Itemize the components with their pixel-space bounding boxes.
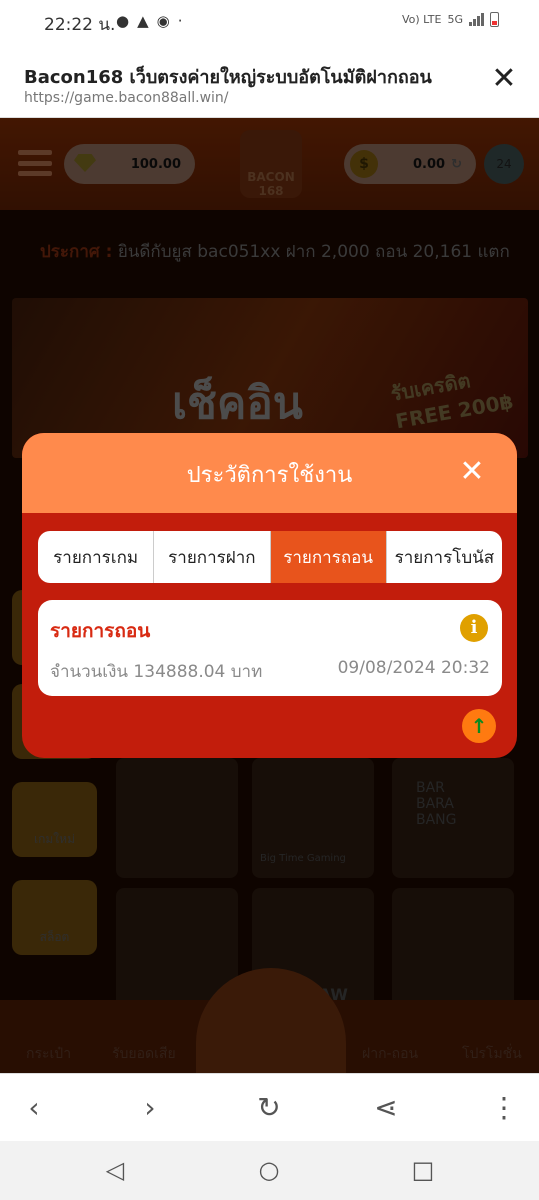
- warning-icon: ▲: [137, 12, 149, 30]
- tab-bonus[interactable]: รายการโบนัส: [387, 531, 502, 583]
- tab-deposits[interactable]: รายการฝาก: [154, 531, 271, 583]
- signal-icon: [469, 13, 484, 26]
- chat-icon: ●: [116, 12, 130, 30]
- system-navigation: ◁ ○ □: [0, 1141, 539, 1200]
- modal-close-icon[interactable]: ✕: [457, 457, 487, 487]
- nav-recents-icon[interactable]: □: [408, 1155, 438, 1185]
- page-title: Bacon168 เว็บตรงค่ายใหญ่ระบบอัตโนมัติฝาก…: [24, 67, 432, 88]
- modal-header: ประวัติการใช้งาน ✕: [22, 433, 517, 513]
- tab-games[interactable]: รายการเกม: [38, 531, 155, 583]
- history-tabs: รายการเกม รายการฝาก รายการถอน รายการโบนั…: [38, 531, 502, 583]
- volte-label: Vo) LTE: [401, 13, 442, 26]
- browser-toolbar: ‹ › ↻ ⋖ ⋮: [0, 1073, 539, 1141]
- nav-home-icon[interactable]: ○: [254, 1155, 284, 1185]
- reload-icon[interactable]: ↻: [251, 1090, 287, 1126]
- close-tab-button[interactable]: ✕: [489, 64, 519, 94]
- more-options-icon[interactable]: ⋮: [486, 1090, 522, 1126]
- back-icon[interactable]: ‹: [16, 1090, 52, 1126]
- share-icon[interactable]: ⋖: [368, 1090, 404, 1126]
- info-icon[interactable]: i: [460, 614, 488, 642]
- status-bar: 22:22 น. ● ▲ ◉ · Vo) LTE 5G: [0, 0, 539, 44]
- withdrawal-record: รายการถอน i จำนวนเงิน 134888.04 บาท 09/0…: [38, 600, 502, 696]
- messenger-icon: ◉: [156, 12, 170, 30]
- page-url[interactable]: https://game.bacon88all.win/: [24, 90, 229, 106]
- status-time: 22:22 น.: [44, 15, 116, 35]
- tab-withdrawals[interactable]: รายการถอน: [270, 531, 387, 583]
- nav-back-icon[interactable]: ◁: [100, 1155, 130, 1185]
- network-label: 5G: [447, 13, 463, 26]
- history-modal: ประวัติการใช้งาน ✕ รายการเกม รายการฝาก ร…: [22, 433, 517, 758]
- browser-header: Bacon168 เว็บตรงค่ายใหญ่ระบบอัตโนมัติฝาก…: [0, 44, 539, 118]
- notification-icons: ● ▲ ◉ ·: [116, 12, 183, 30]
- modal-title: ประวัติการใช้งาน: [186, 463, 353, 488]
- record-title: รายการถอน: [50, 620, 151, 642]
- dot-icon: ·: [177, 12, 183, 30]
- record-datetime: 09/08/2024 20:32: [337, 658, 490, 678]
- battery-icon: [490, 12, 499, 27]
- forward-icon[interactable]: ›: [132, 1090, 168, 1126]
- scroll-up-icon[interactable]: ↑: [462, 709, 496, 743]
- record-amount: จำนวนเงิน 134888.04 บาท: [50, 662, 263, 682]
- system-icons: Vo) LTE 5G: [402, 12, 499, 27]
